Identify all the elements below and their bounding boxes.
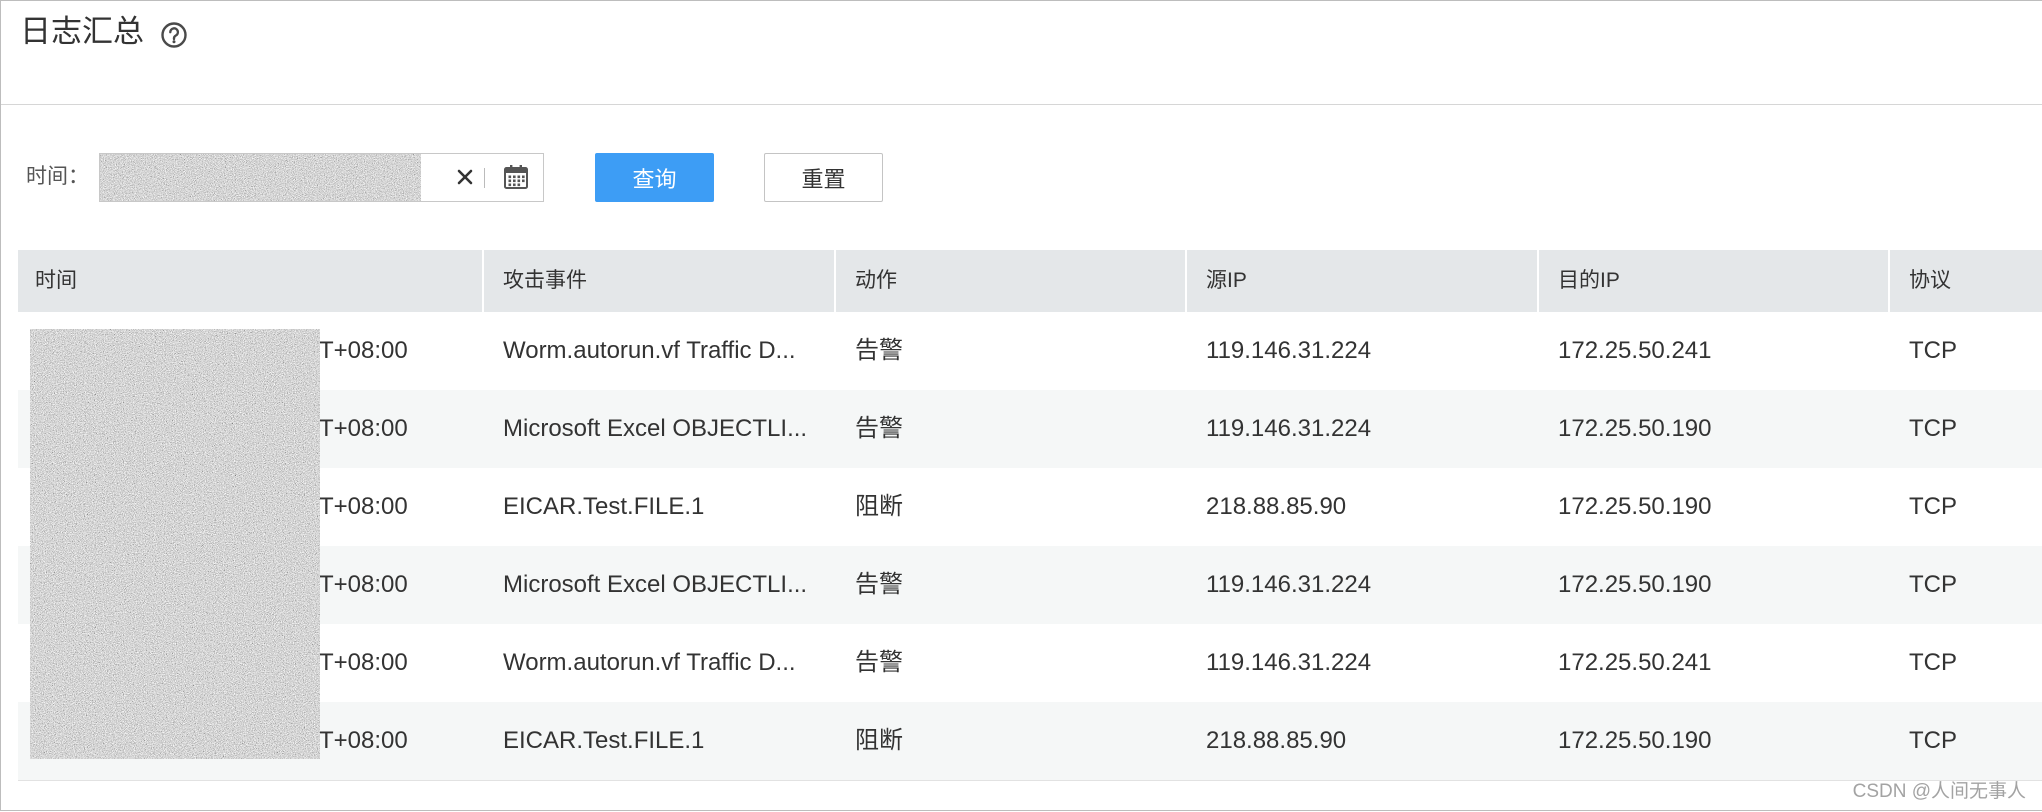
question-circle-icon[interactable] xyxy=(160,21,188,49)
attack-event-cell: Microsoft Excel OBJECTLI... xyxy=(503,571,808,598)
destination-ip-cell: 172.25.50.190 xyxy=(1558,415,1712,442)
attack-event-cell: Worm.autorun.vf Traffic D... xyxy=(503,649,796,676)
column-header-time: 时间 xyxy=(18,250,484,312)
source-ip-cell: 119.146.31.224 xyxy=(1206,337,1372,364)
protocol-cell: TCP xyxy=(1909,571,1957,598)
action-cell: 告警 xyxy=(855,337,903,364)
close-icon[interactable] xyxy=(454,166,476,188)
column-header-action: 动作 xyxy=(836,250,1187,312)
action-cell: 阻断 xyxy=(855,493,903,520)
source-ip-cell: 119.146.31.224 xyxy=(1206,649,1372,676)
column-header-destination-ip: 目的IP xyxy=(1539,250,1890,312)
log-table: 时间 攻击事件 动作 源IP 目的IP 协议 T+08:00 Worm.auto… xyxy=(18,250,2042,781)
destination-ip-cell: 172.25.50.190 xyxy=(1558,571,1712,598)
calendar-icon[interactable] xyxy=(502,163,530,191)
watermark: CSDN @人间无事人 xyxy=(1852,781,2026,802)
table-row: T+08:00 Microsoft Excel OBJECTLI... 告警 1… xyxy=(18,546,2042,624)
table-row: T+08:00 Worm.autorun.vf Traffic D... 告警 … xyxy=(18,624,2042,702)
table-row: T+08:00 EICAR.Test.FILE.1 阻断 218.88.85.9… xyxy=(18,702,2042,781)
attack-event-cell: Worm.autorun.vf Traffic D... xyxy=(503,337,796,364)
reset-button[interactable]: 重置 xyxy=(764,153,883,202)
table-row: T+08:00 Worm.autorun.vf Traffic D... 告警 … xyxy=(18,312,2042,390)
date-range-input[interactable] xyxy=(99,153,544,202)
attack-event-cell: EICAR.Test.FILE.1 xyxy=(503,727,705,754)
table-row: T+08:00 EICAR.Test.FILE.1 阻断 218.88.85.9… xyxy=(18,468,2042,546)
frame-border-top xyxy=(0,0,2042,1)
protocol-cell: TCP xyxy=(1909,649,1957,676)
protocol-cell: TCP xyxy=(1909,337,1957,364)
log-summary-page: 日志汇总 时间： 查询 重置 时间 攻击事件 动作 源IP 目的IP 协议 T+… xyxy=(0,0,2042,812)
action-cell: 告警 xyxy=(855,571,903,598)
source-ip-cell: 119.146.31.224 xyxy=(1206,571,1372,598)
destination-ip-cell: 172.25.50.241 xyxy=(1558,649,1712,676)
destination-ip-cell: 172.25.50.190 xyxy=(1558,727,1712,754)
protocol-cell: TCP xyxy=(1909,727,1957,754)
protocol-cell: TCP xyxy=(1909,415,1957,442)
frame-border-left xyxy=(0,0,1,811)
source-ip-cell: 218.88.85.90 xyxy=(1206,727,1347,754)
time-filter-label: 时间： xyxy=(26,165,89,188)
column-header-protocol: 协议 xyxy=(1909,269,1951,292)
destination-ip-cell: 172.25.50.190 xyxy=(1558,493,1712,520)
column-header-source-ip: 源IP xyxy=(1187,250,1539,312)
action-cell: 阻断 xyxy=(855,727,903,754)
source-ip-cell: 218.88.85.90 xyxy=(1206,493,1347,520)
input-separator xyxy=(484,168,485,188)
attack-event-cell: EICAR.Test.FILE.1 xyxy=(503,493,705,520)
table-header: 时间 攻击事件 动作 源IP 目的IP 协议 xyxy=(18,250,2042,312)
action-cell: 告警 xyxy=(855,415,903,442)
header-divider xyxy=(1,104,2042,105)
redacted-date-value xyxy=(100,154,421,201)
destination-ip-cell: 172.25.50.241 xyxy=(1558,337,1712,364)
attack-event-cell: Microsoft Excel OBJECTLI... xyxy=(503,415,808,442)
action-cell: 告警 xyxy=(855,649,903,676)
query-button[interactable]: 查询 xyxy=(595,153,714,202)
redacted-time-column xyxy=(30,329,320,759)
table-row: T+08:00 Microsoft Excel OBJECTLI... 告警 1… xyxy=(18,390,2042,468)
protocol-cell: TCP xyxy=(1909,493,1957,520)
source-ip-cell: 119.146.31.224 xyxy=(1206,415,1372,442)
frame-border-bottom xyxy=(0,810,2042,811)
column-header-attack-event: 攻击事件 xyxy=(484,250,836,312)
page-title: 日志汇总 xyxy=(20,14,144,49)
